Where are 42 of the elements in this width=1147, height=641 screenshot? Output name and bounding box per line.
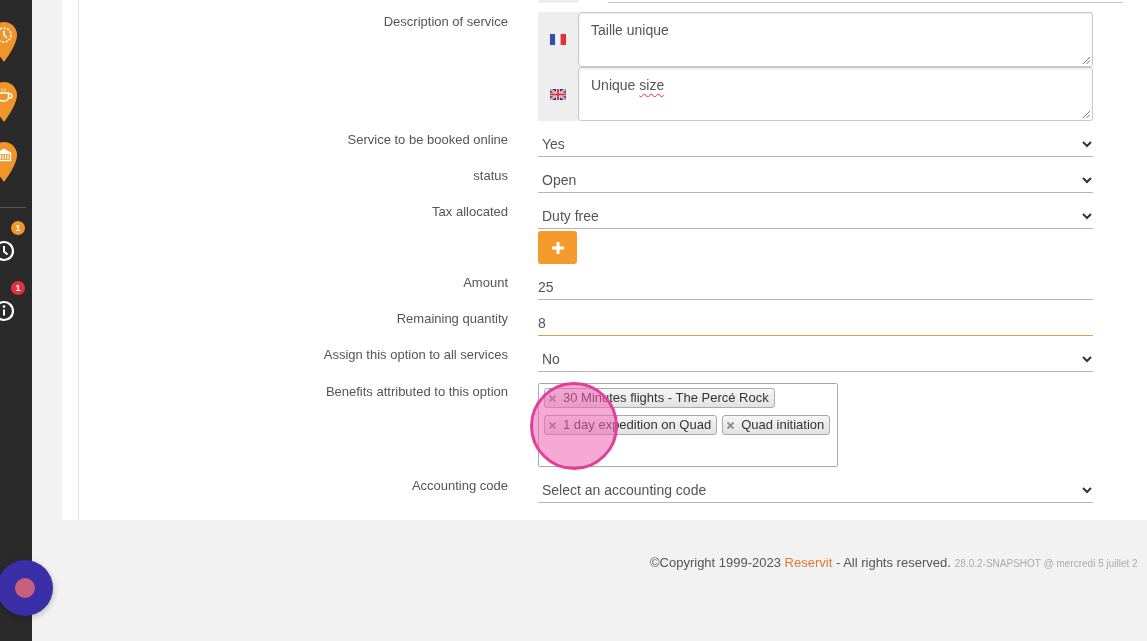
field-label: Accounting code (411, 478, 508, 495)
textarea-field[interactable]: Taille unique (578, 12, 1093, 67)
notification-badge: 1 (11, 221, 25, 235)
notification-badge: 1 (11, 281, 25, 295)
cup-pin-icon[interactable] (0, 82, 17, 122)
field-label: Amount (463, 275, 508, 292)
dot-icon (15, 578, 35, 598)
copyright-text: ©Copyright 1999-2023 Reservit - All rights reserved. (650, 554, 951, 572)
resize-handle-icon[interactable] (1083, 57, 1090, 64)
uk-flag-icon (550, 88, 566, 100)
floating-action-button[interactable] (0, 560, 53, 616)
chevron-down-icon (1082, 212, 1092, 220)
field-label: Benefits attributed to this option (325, 384, 508, 401)
chevron-down-icon (1082, 486, 1092, 494)
chevron-down-icon (1082, 140, 1092, 148)
textarea-field[interactable]: Unique size (578, 67, 1093, 121)
french-flag-icon (550, 34, 566, 45)
select-field[interactable]: Yes (538, 132, 1093, 157)
chevron-down-icon (1082, 176, 1092, 184)
field-label: Assign this option to all services (323, 347, 508, 364)
select-field[interactable]: Select an accounting code (538, 478, 1093, 503)
select-field[interactable]: No (538, 347, 1093, 372)
field-label: status (473, 168, 508, 185)
input-field[interactable]: 25 (538, 275, 1093, 300)
remove-icon[interactable] (727, 421, 735, 429)
clock-pin-icon[interactable] (0, 22, 17, 62)
resize-handle-icon[interactable] (1083, 111, 1090, 118)
field-label: Description of service (383, 14, 508, 31)
chevron-down-icon (1082, 355, 1092, 363)
plus-icon (551, 241, 564, 254)
field-label: Service to be booked online (347, 132, 508, 149)
select-field[interactable]: Open (538, 168, 1093, 193)
clock-icon[interactable] (0, 240, 14, 262)
benefit-tag[interactable]: 30 Minutes flights - The Percé Rock (544, 388, 775, 408)
select-field[interactable]: Duty free (538, 204, 1093, 229)
benefit-tag[interactable]: Quad initiation (722, 415, 831, 435)
info-icon[interactable] (0, 300, 14, 322)
build-info: 28.0.2-SNAPSHOT @ mercredi 5 juillet 2 (954, 557, 1138, 571)
field-label: Tax allocated (432, 204, 508, 221)
building-pin-icon[interactable] (0, 142, 17, 182)
input-field[interactable]: 8 (538, 311, 1093, 336)
field-label: Remaining quantity (396, 311, 508, 328)
